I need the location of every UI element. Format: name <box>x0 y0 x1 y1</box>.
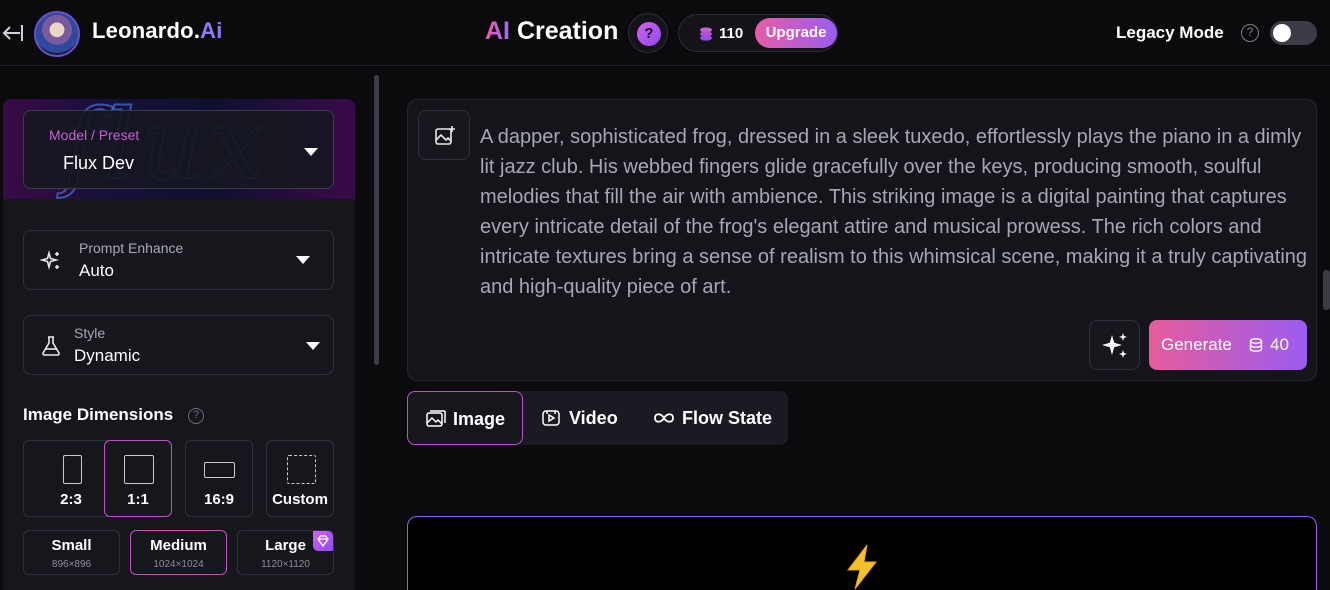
image-prompt-button[interactable] <box>418 110 470 160</box>
sparkles-icon <box>1102 333 1127 358</box>
generate-button[interactable]: Generate 40 <box>1149 320 1307 370</box>
style-value: Dynamic <box>74 346 141 365</box>
size-medium-button[interactable]: Medium 1024×1024 <box>130 530 227 575</box>
chevron-down-icon <box>304 148 318 156</box>
brand-logo-text[interactable]: Leonardo.Ai <box>92 18 223 44</box>
prompt-enhance-label: Prompt Enhance <box>79 240 184 256</box>
size-dims: 1120×1120 <box>261 559 310 570</box>
tab-image[interactable]: Image <box>407 391 523 445</box>
size-large-button[interactable]: Large 1120×1120 <box>237 530 334 575</box>
page-title-rest: Creation <box>510 17 619 45</box>
chevron-down-icon <box>306 342 320 350</box>
generation-preview-card <box>407 516 1317 590</box>
prompt-textarea[interactable]: A dapper, sophisticated frog, dressed in… <box>480 122 1310 302</box>
toggle-knob <box>1273 24 1291 42</box>
tab-label: Video <box>569 408 618 428</box>
images-icon <box>426 410 446 427</box>
credit-count: 110 <box>719 25 744 42</box>
coins-icon <box>1249 338 1263 352</box>
style-dropdown[interactable]: Style Dynamic <box>23 315 334 375</box>
model-preset-label: Model / Preset <box>49 127 140 143</box>
coins-icon <box>700 27 712 41</box>
mode-tabs: Image Video Flow State <box>407 391 788 445</box>
tab-label: Image <box>453 409 506 429</box>
ratio-custom-shape <box>287 455 316 484</box>
brand-name: Leonardo. <box>92 18 201 43</box>
size-small-button[interactable]: Small 896×896 <box>23 530 120 575</box>
prompt-enhance-dropdown[interactable]: Prompt Enhance Auto <box>23 230 334 290</box>
generate-label: Generate <box>1161 335 1232 354</box>
legacy-mode-toggle[interactable] <box>1270 21 1317 45</box>
page-title-ai: AI <box>485 17 510 45</box>
premium-gem-icon <box>313 531 333 551</box>
ratio-label: 1:1 <box>127 491 149 508</box>
help-button[interactable]: ? <box>628 13 668 53</box>
chevron-down-icon <box>296 256 310 264</box>
ratio-2-3-shape <box>63 455 82 484</box>
ratio-16-9-button[interactable]: 16:9 <box>185 440 253 517</box>
legacy-mode-label: Legacy Mode <box>1116 23 1224 42</box>
top-bar: Leonardo.Ai AI Creation ? 110 Upgrade Le… <box>0 0 1330 66</box>
size-label: Small <box>51 537 92 554</box>
size-label: Medium <box>150 537 207 554</box>
sidebar-scrollbar[interactable] <box>374 75 379 365</box>
legacy-help-icon[interactable]: ? <box>1241 24 1259 42</box>
dimensions-help-icon[interactable]: ? <box>188 408 204 424</box>
prompt-box: A dapper, sophisticated frog, dressed in… <box>407 99 1317 381</box>
tab-flow-state[interactable]: Flow State <box>639 391 788 445</box>
ratio-1-1-shape <box>124 455 154 484</box>
ratio-custom-button[interactable]: Custom <box>266 440 334 517</box>
video-icon <box>542 410 560 426</box>
ratio-1-1-button[interactable]: 1:1 <box>104 440 172 517</box>
prompt-magic-button[interactable] <box>1089 320 1140 370</box>
page-title: AI Creation <box>485 17 618 46</box>
flask-icon <box>42 336 60 356</box>
size-dims: 896×896 <box>51 559 92 570</box>
image-plus-icon <box>435 126 455 145</box>
ratio-16-9-shape <box>204 462 235 478</box>
tab-video[interactable]: Video <box>523 391 639 445</box>
image-dimensions-title: Image Dimensions <box>23 405 174 424</box>
style-label: Style <box>74 325 106 341</box>
ratio-label: 16:9 <box>203 491 235 508</box>
prompt-enhance-value: Auto <box>79 261 114 280</box>
infinity-icon <box>654 413 674 423</box>
model-preset-dropdown[interactable]: Model / Preset Flux Dev <box>23 110 334 189</box>
sparkle-icon <box>40 250 60 271</box>
upgrade-button[interactable]: Upgrade <box>755 18 837 48</box>
size-dims: 1024×1024 <box>153 559 204 570</box>
model-preset-value: Flux Dev <box>63 153 135 173</box>
question-icon: ? <box>637 22 661 46</box>
credits-pill: 110 Upgrade <box>678 14 838 52</box>
ratio-label: Custom <box>272 491 328 508</box>
back-arrow-icon[interactable] <box>0 22 24 44</box>
generate-cost: 40 <box>1270 335 1289 354</box>
user-avatar[interactable] <box>34 11 80 57</box>
tab-label: Flow State <box>682 408 773 428</box>
page-scrollbar[interactable] <box>1323 270 1330 310</box>
brand-suffix: Ai <box>200 18 223 43</box>
lightning-bolt-icon <box>846 544 878 590</box>
